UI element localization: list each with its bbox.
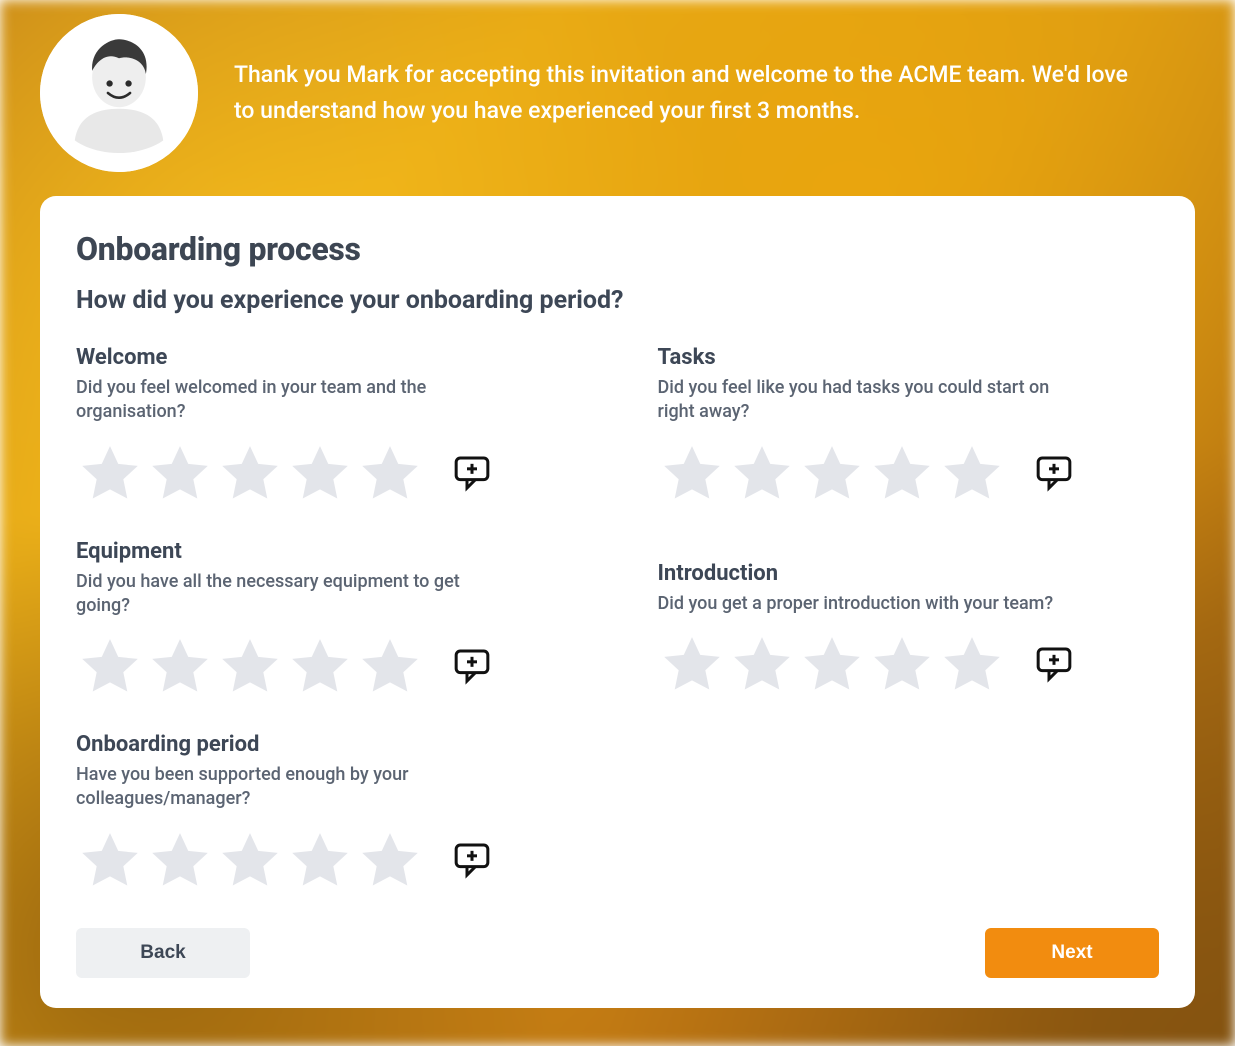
question-equipment: Equipment Did you have all the necessary… xyxy=(76,539,578,701)
star-rating xyxy=(76,826,424,894)
star-rating xyxy=(658,630,1006,698)
question-welcome: Welcome Did you feel welcomed in your te… xyxy=(76,345,578,507)
star-rating xyxy=(76,439,424,507)
star-3[interactable] xyxy=(798,439,866,507)
star-3[interactable] xyxy=(216,632,284,700)
header: Thank you Mark for accepting this invita… xyxy=(0,0,1235,172)
star-2[interactable] xyxy=(146,826,214,894)
star-3[interactable] xyxy=(216,439,284,507)
star-4[interactable] xyxy=(868,439,936,507)
star-1[interactable] xyxy=(76,632,144,700)
star-1[interactable] xyxy=(658,439,726,507)
star-5[interactable] xyxy=(356,826,424,894)
star-5[interactable] xyxy=(356,632,424,700)
add-comment-icon[interactable] xyxy=(452,840,492,880)
question-description: Did you have all the necessary equipment… xyxy=(76,570,486,619)
question-description: Did you get a proper introduction with y… xyxy=(658,592,1068,616)
questions-grid: Welcome Did you feel welcomed in your te… xyxy=(76,345,1159,894)
star-5[interactable] xyxy=(938,439,1006,507)
add-comment-icon[interactable] xyxy=(1034,644,1074,684)
star-4[interactable] xyxy=(868,630,936,698)
star-2[interactable] xyxy=(728,630,796,698)
star-4[interactable] xyxy=(286,632,354,700)
question-introduction: Introduction Did you get a proper introd… xyxy=(658,539,1160,701)
star-2[interactable] xyxy=(146,632,214,700)
question-title: Welcome xyxy=(76,345,578,370)
page-title: Onboarding process xyxy=(76,230,1159,268)
star-1[interactable] xyxy=(76,439,144,507)
footer-nav: Back Next xyxy=(76,928,1159,978)
question-description: Did you feel like you had tasks you coul… xyxy=(658,376,1068,425)
star-2[interactable] xyxy=(728,439,796,507)
rating-row xyxy=(76,439,578,507)
star-5[interactable] xyxy=(938,630,1006,698)
question-onboarding-period: Onboarding period Have you been supporte… xyxy=(76,732,578,894)
star-rating xyxy=(76,632,424,700)
next-button[interactable]: Next xyxy=(985,928,1159,978)
star-3[interactable] xyxy=(798,630,866,698)
rating-row xyxy=(76,632,578,700)
star-4[interactable] xyxy=(286,826,354,894)
page-subtitle: How did you experience your onboarding p… xyxy=(76,286,1159,315)
question-title: Introduction xyxy=(658,561,1160,586)
add-comment-icon[interactable] xyxy=(452,646,492,686)
question-title: Onboarding period xyxy=(76,732,578,757)
avatar xyxy=(40,14,198,172)
star-4[interactable] xyxy=(286,439,354,507)
question-description: Have you been supported enough by your c… xyxy=(76,763,486,812)
star-3[interactable] xyxy=(216,826,284,894)
survey-card: Onboarding process How did you experienc… xyxy=(40,196,1195,1008)
question-title: Equipment xyxy=(76,539,578,564)
grid-spacer xyxy=(658,732,1160,894)
rating-row xyxy=(658,439,1160,507)
star-rating xyxy=(658,439,1006,507)
question-title: Tasks xyxy=(658,345,1160,370)
star-1[interactable] xyxy=(76,826,144,894)
star-2[interactable] xyxy=(146,439,214,507)
greeting-text: Thank you Mark for accepting this invita… xyxy=(234,57,1154,128)
question-description: Did you feel welcomed in your team and t… xyxy=(76,376,486,425)
star-5[interactable] xyxy=(356,439,424,507)
star-1[interactable] xyxy=(658,630,726,698)
rating-row xyxy=(658,630,1160,698)
rating-row xyxy=(76,826,578,894)
add-comment-icon[interactable] xyxy=(1034,453,1074,493)
add-comment-icon[interactable] xyxy=(452,453,492,493)
question-tasks: Tasks Did you feel like you had tasks yo… xyxy=(658,345,1160,507)
back-button[interactable]: Back xyxy=(76,928,250,978)
